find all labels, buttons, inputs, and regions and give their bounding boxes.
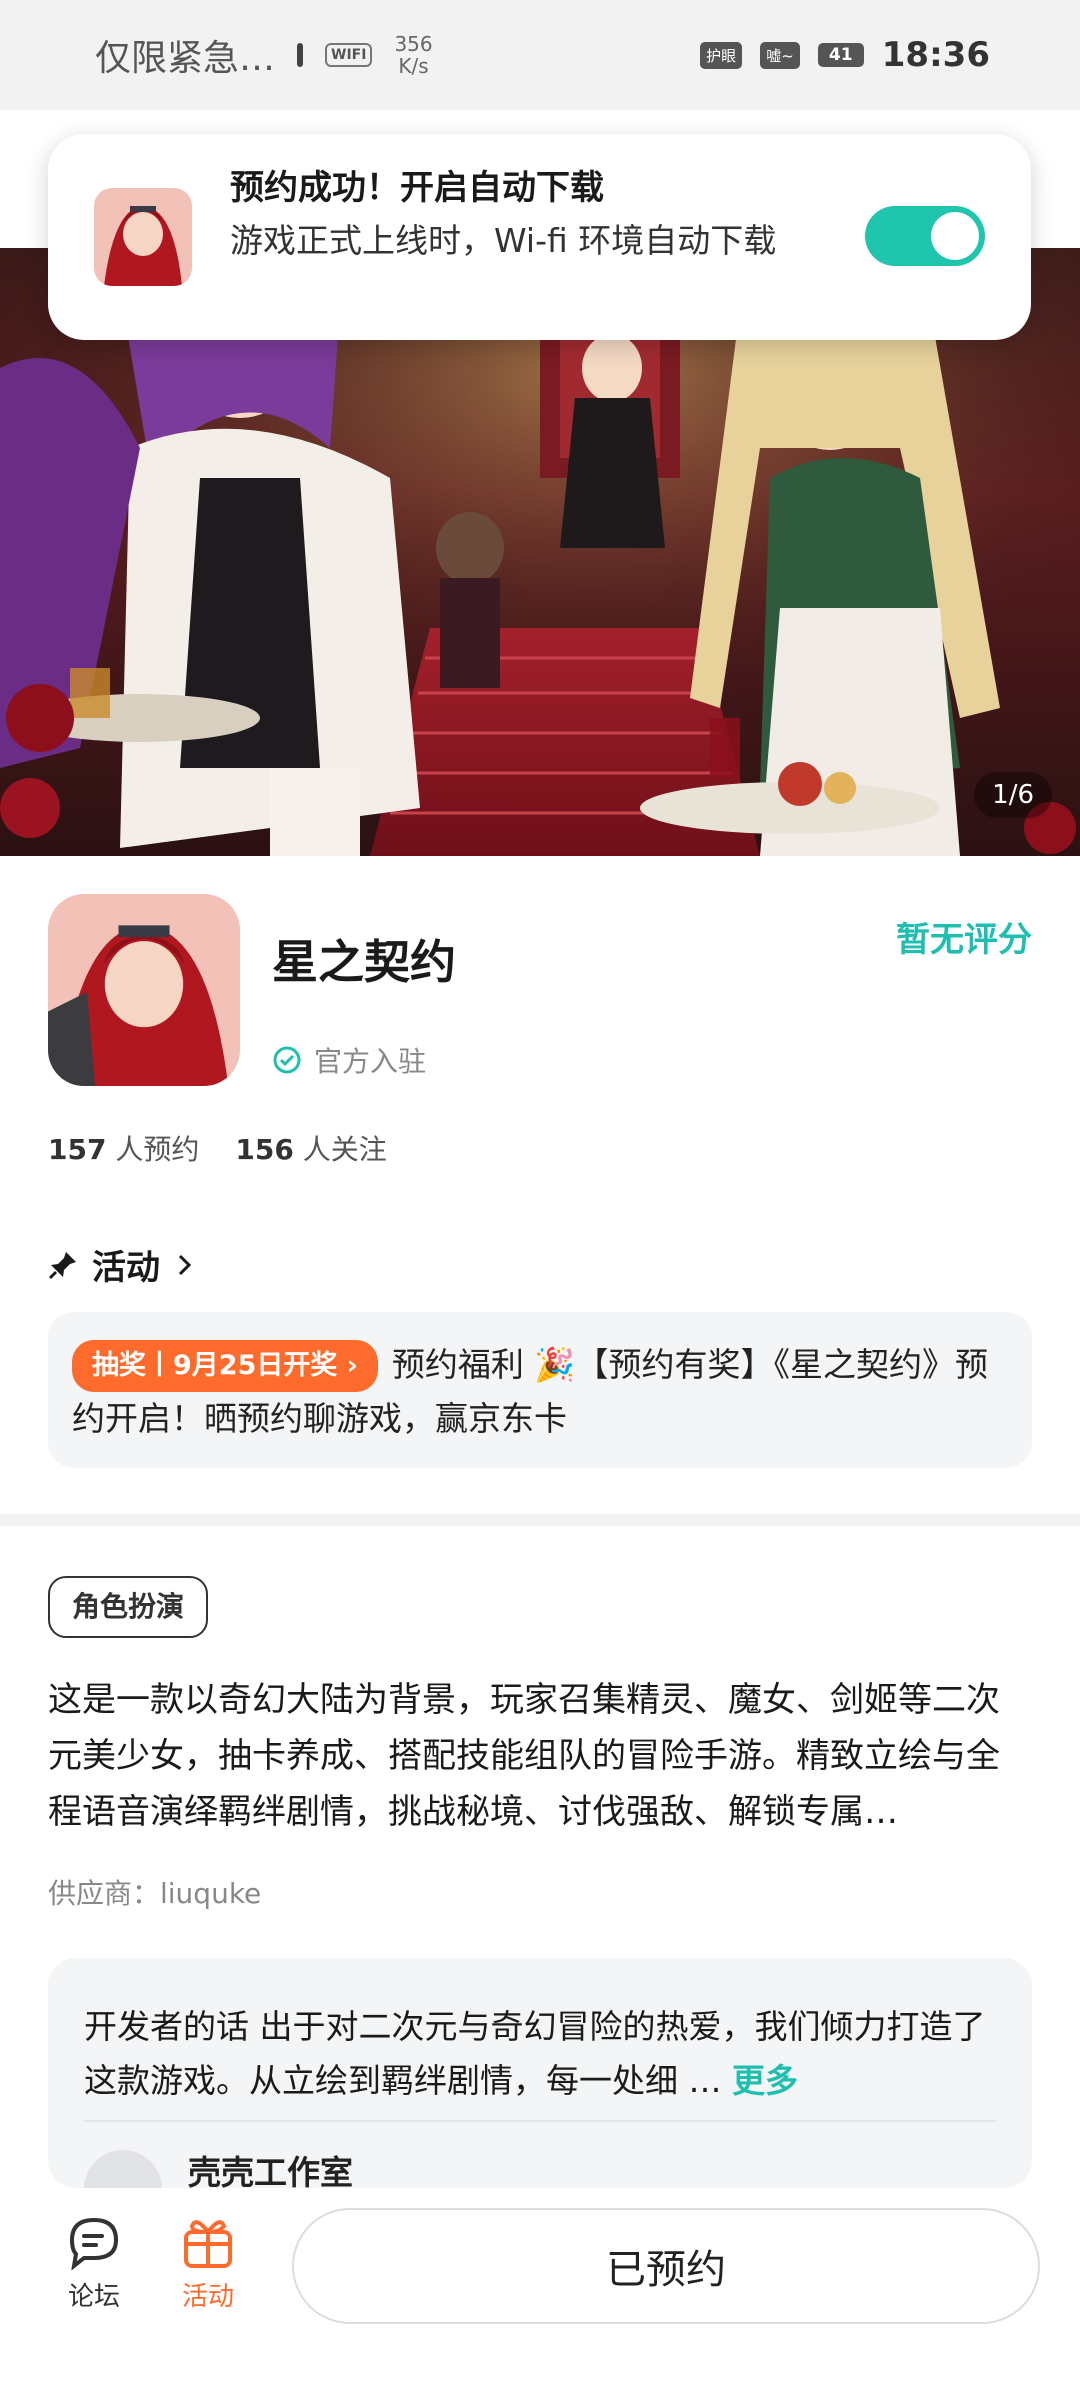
follow-count: 156: [235, 1133, 294, 1166]
indicator-icon: [297, 43, 304, 67]
battery-icon: 41: [817, 43, 864, 67]
developer-card[interactable]: 开发者的话 出于对二次元与奇幻冒险的热爱，我们倾力打造了这款游戏。从立绘到羁绊剧…: [48, 1958, 1032, 2188]
game-icon: [48, 894, 240, 1086]
forum-icon: [69, 2217, 119, 2270]
game-title: 星之契约: [272, 935, 456, 989]
toast-body: 游戏正式上线时，Wi-fi 环境自动下载: [230, 221, 777, 260]
more-link[interactable]: 更多: [732, 2061, 798, 2100]
genre-tag[interactable]: 角色扮演: [48, 1576, 209, 1638]
developer-text: 开发者的话 出于对二次元与奇幻冒险的热爱，我们倾力打造了这款游戏。从立绘到羁绊剧…: [84, 2007, 986, 2100]
carrier-text: 仅限紧急…: [95, 38, 276, 79]
nav-forum[interactable]: 论坛: [44, 2212, 144, 2313]
official-text: 官方入驻: [314, 1045, 427, 1078]
auto-download-toggle[interactable]: [865, 206, 985, 266]
supplier-label: 供应商：liuquke: [48, 1877, 262, 1910]
eye-care-icon: 护眼: [700, 41, 743, 69]
forum-label: 论坛: [67, 2282, 120, 2312]
network-speed: 356 K/s: [394, 33, 432, 77]
reservation-count: 157: [48, 1133, 107, 1166]
image-counter: 1/6: [974, 772, 1052, 818]
toast-game-icon: [94, 188, 192, 286]
toggle-knob: [931, 212, 979, 260]
toast-title: 预约成功！开启自动下载: [230, 168, 604, 208]
activity-card[interactable]: 抽奖丨9月25日开奖 › 预约福利 🎉【预约有奖】《星之契约》预约开启！晒预约聊游…: [48, 1312, 1032, 1468]
activity-header[interactable]: 活动: [48, 1240, 196, 1289]
reservation-stat: 157 人预约: [48, 1128, 199, 1168]
official-badge: 官方入驻: [272, 1040, 426, 1080]
studio-avatar: [84, 2150, 162, 2188]
developer-note: 开发者的话 出于对二次元与奇幻冒险的热爱，我们倾力打造了这款游戏。从立绘到羁绊剧…: [84, 2000, 994, 2108]
pin-icon: [48, 1251, 76, 1279]
wifi-icon: WIFI: [325, 43, 373, 67]
studio-name[interactable]: 壳壳工作室: [188, 2146, 353, 2188]
developer-divider: [84, 2120, 996, 2122]
verified-icon: [273, 1046, 301, 1074]
gift-icon: [184, 2220, 232, 2268]
section-divider: [0, 1514, 1080, 1526]
speed-unit: K/s: [398, 54, 429, 78]
chevron-right-icon: [178, 1254, 192, 1275]
reserved-button[interactable]: 已预约: [292, 2208, 1040, 2324]
follow-stat: 156 人关注: [235, 1128, 386, 1168]
speed-value: 356: [394, 32, 433, 56]
lottery-tag[interactable]: 抽奖丨9月25日开奖 ›: [72, 1340, 378, 1392]
silent-icon: 嘘~: [760, 41, 800, 69]
status-right: 护眼 嘘~ 41 18:36: [700, 35, 990, 75]
reservation-toast[interactable]: 预约成功！开启自动下载 游戏正式上线时，Wi-fi 环境自动下载: [48, 134, 1031, 340]
activity-nav-label: 活动: [181, 2282, 234, 2312]
clock: 18:36: [881, 35, 990, 75]
rating-label[interactable]: 暂无评分: [896, 912, 1032, 961]
nav-activity[interactable]: 活动: [158, 2212, 258, 2313]
status-left: 仅限紧急… WIFI 356 K/s: [95, 29, 433, 81]
activity-heading: 活动: [92, 1248, 160, 1288]
reservation-label: 人预约: [115, 1133, 200, 1166]
follow-label: 人关注: [302, 1133, 387, 1166]
game-stats: 157 人预约 156 人关注: [48, 1128, 387, 1168]
status-bar: 仅限紧急… WIFI 356 K/s 护眼 嘘~ 41 18:36: [0, 0, 1080, 110]
bottom-action-bar: 论坛 活动 已预约: [0, 2188, 1080, 2400]
game-description[interactable]: 这是一款以奇幻大陆为背景，玩家召集精灵、魔女、剑姬等二次元美少女，抽卡养成、搭配…: [48, 1672, 1032, 1840]
